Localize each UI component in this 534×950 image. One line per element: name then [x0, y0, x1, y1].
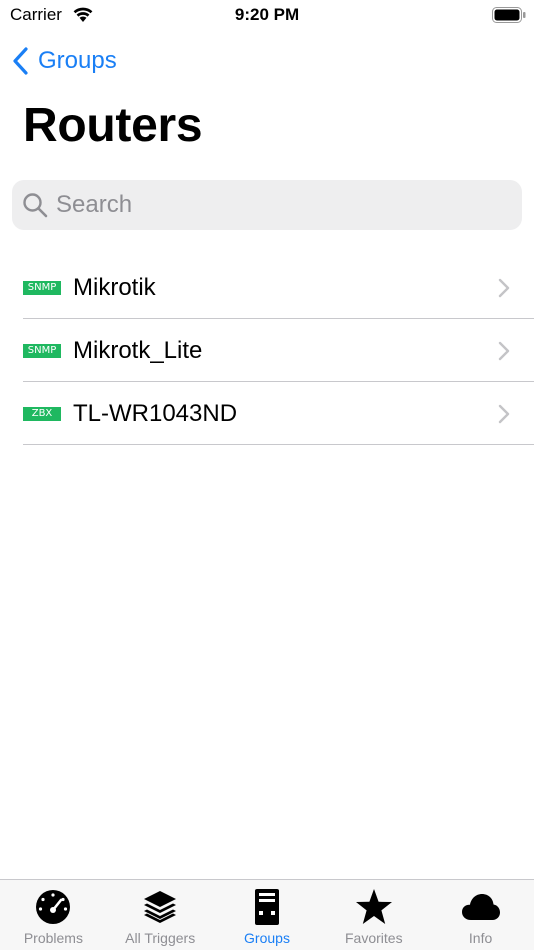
- tab-favorites[interactable]: Favorites: [320, 880, 427, 950]
- list-item[interactable]: ZBX TL-WR1043ND: [0, 382, 534, 445]
- chevron-left-icon: [13, 47, 28, 75]
- host-type-badge: ZBX: [23, 407, 61, 421]
- tab-label: All Triggers: [125, 930, 196, 946]
- gauge-icon: [36, 890, 71, 924]
- tab-info[interactable]: Info: [427, 880, 534, 950]
- status-bar: Carrier 9:20 PM: [0, 0, 534, 30]
- screen: Carrier 9:20 PM Groups Routers SNMP Mikr…: [0, 0, 534, 950]
- status-time: 9:20 PM: [234, 5, 300, 24]
- star-icon: [355, 889, 392, 924]
- page-title: Routers: [23, 99, 203, 152]
- battery-icon: [492, 7, 526, 23]
- back-button[interactable]: Groups: [10, 44, 117, 78]
- list-item[interactable]: SNMP Mikrotk_Lite: [0, 319, 534, 382]
- search-input[interactable]: [56, 191, 496, 219]
- list-item[interactable]: SNMP Mikrotik: [0, 256, 534, 319]
- host-name: Mikrotk_Lite: [73, 337, 203, 364]
- tab-problems[interactable]: Problems: [0, 880, 107, 950]
- host-type-badge: SNMP: [23, 344, 61, 358]
- tab-all-triggers[interactable]: All Triggers: [107, 880, 214, 950]
- stack-icon: [144, 891, 177, 923]
- host-name: TL-WR1043ND: [73, 400, 238, 427]
- tab-label: Favorites: [345, 930, 403, 946]
- host-list: SNMP Mikrotik SNMP Mikrotk_Lite ZBX TL-W…: [0, 256, 534, 445]
- chevron-right-icon: [498, 341, 510, 361]
- tab-label: Problems: [23, 930, 83, 946]
- chevron-right-icon: [498, 404, 510, 424]
- cloud-icon: [461, 894, 500, 920]
- back-label: Groups: [38, 47, 117, 74]
- tab-label: Groups: [244, 930, 290, 946]
- host-name: Mikrotik: [73, 274, 156, 301]
- host-type-badge: SNMP: [23, 281, 61, 295]
- tab-label: Info: [468, 930, 493, 946]
- tab-bar: Problems All Triggers Groups Favorites I…: [0, 879, 534, 950]
- server-icon: [254, 889, 279, 925]
- search-bar[interactable]: [12, 180, 522, 230]
- search-icon: [23, 193, 48, 218]
- chevron-right-icon: [498, 278, 510, 298]
- tab-groups[interactable]: Groups: [214, 880, 321, 950]
